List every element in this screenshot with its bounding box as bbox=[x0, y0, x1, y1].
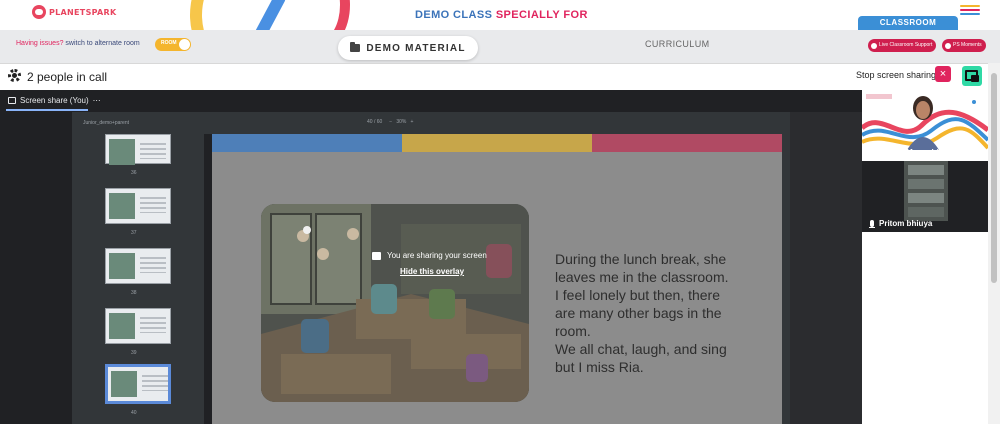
stop-sharing-button[interactable]: × bbox=[935, 66, 951, 82]
plus-icon bbox=[871, 42, 877, 49]
story-line: but I miss Ria. bbox=[555, 359, 644, 375]
screen-share-label: Screen share (You) bbox=[20, 96, 89, 105]
stop-sharing-label: Stop screen sharing bbox=[856, 70, 937, 80]
pdf-page-number: 36 bbox=[131, 170, 137, 176]
pdf-thumbnail bbox=[105, 134, 171, 165]
class-toolbar bbox=[0, 30, 1000, 63]
more-options-icon[interactable]: ⋯ bbox=[93, 96, 101, 105]
pdf-doc-name: Junior_demo+parent bbox=[83, 120, 130, 126]
alternate-room-link[interactable]: switch to alternate room bbox=[65, 40, 139, 47]
pdf-thumbnail bbox=[105, 188, 171, 224]
pdf-thumbnail-active bbox=[105, 364, 171, 404]
mic-icon bbox=[869, 220, 875, 228]
logo-text: PLANETSPARK bbox=[49, 7, 117, 17]
classroom-tab[interactable]: CLASSROOM bbox=[858, 16, 958, 30]
pdf-page-number: 39 bbox=[131, 350, 137, 356]
room-toggle[interactable]: ROOM bbox=[155, 38, 191, 51]
ps-moments-label: PS Moments bbox=[953, 42, 982, 48]
title-part-2: SPECIALLY FOR bbox=[495, 9, 588, 21]
issue-notice: Having issues? switch to alternate room bbox=[16, 40, 140, 47]
pdf-page-zoom: 40 / 60 − 30% + bbox=[367, 119, 414, 125]
participant-tile[interactable]: Kritika Mangal (You) bbox=[862, 90, 988, 161]
story-line: leaves me in the classroom. bbox=[555, 269, 729, 285]
folder-icon bbox=[350, 42, 361, 52]
issue-prefix: Having issues? bbox=[16, 40, 64, 47]
room-toggle-label: ROOM bbox=[161, 40, 177, 46]
monitor-icon bbox=[372, 251, 381, 260]
menu-icon[interactable] bbox=[960, 5, 980, 17]
toggle-knob bbox=[179, 39, 190, 50]
pdf-side-area bbox=[790, 112, 862, 424]
meeting-header bbox=[0, 63, 1000, 90]
sharing-message: You are sharing your screen bbox=[387, 251, 487, 260]
pdf-thumbnail bbox=[105, 248, 171, 284]
pdf-page-info: 40 / 60 bbox=[367, 119, 383, 125]
screen-share-tab[interactable]: Screen share (You) ⋯ bbox=[8, 96, 101, 105]
ps-moments-button[interactable]: PS Moments bbox=[942, 39, 986, 52]
page-scrollbar[interactable] bbox=[988, 63, 1000, 424]
pdf-page-number: 38 bbox=[131, 290, 137, 296]
participant-label: Pritom bhiuya bbox=[869, 219, 933, 228]
present-screen-icon[interactable] bbox=[962, 66, 982, 86]
title-part-1: DEMO CLASS bbox=[415, 9, 493, 21]
story-line: are many other bags in the bbox=[555, 305, 722, 321]
pdf-thumbnail bbox=[105, 308, 171, 344]
pdf-scrollbar bbox=[782, 134, 790, 424]
hide-overlay-link[interactable]: Hide this overlay bbox=[400, 267, 464, 276]
pdf-page-number: 40 bbox=[131, 410, 137, 416]
pdf-toolbar bbox=[72, 112, 790, 134]
participant-tile[interactable]: Pritom bhiuya bbox=[862, 161, 988, 232]
sharing-overlay: You are sharing your screen bbox=[372, 251, 487, 260]
participant-name: Pritom bhiuya bbox=[879, 219, 933, 228]
story-line: I feel lonely but then, there bbox=[555, 287, 720, 303]
pdf-zoom-level: 30% bbox=[396, 119, 407, 125]
story-text: During the lunch break, she leaves me in… bbox=[555, 250, 765, 376]
gear-icon[interactable] bbox=[8, 69, 21, 82]
participant-label: Kritika Mangal (You) bbox=[869, 148, 956, 157]
people-count: 2 people in call bbox=[27, 70, 108, 84]
curriculum-tab[interactable]: CURRICULUM bbox=[645, 39, 710, 49]
story-line: During the lunch break, she bbox=[555, 251, 727, 267]
live-support-button[interactable]: Live Classroom Support bbox=[868, 39, 937, 52]
demo-material-button[interactable]: DEMO MATERIAL bbox=[338, 36, 478, 60]
participant-name: Kritika Mangal (You) bbox=[879, 148, 956, 157]
mic-icon bbox=[869, 149, 875, 157]
scrollbar-thumb[interactable] bbox=[991, 73, 997, 283]
story-illustration bbox=[261, 204, 529, 402]
live-support-label: Live Classroom Support bbox=[879, 42, 933, 48]
demo-material-label: DEMO MATERIAL bbox=[366, 42, 466, 54]
story-line: room. bbox=[555, 323, 591, 339]
screen-icon bbox=[8, 97, 16, 104]
active-tab-indicator bbox=[6, 109, 88, 111]
side-panel-empty bbox=[862, 232, 988, 424]
pdf-page-number: 37 bbox=[131, 230, 137, 236]
page-title: DEMO CLASS SPECIALLY FOR bbox=[415, 9, 588, 21]
story-line: We all chat, laugh, and sing bbox=[555, 341, 727, 357]
logo-mark-icon bbox=[32, 5, 46, 19]
planetspark-logo[interactable]: PLANETSPARK bbox=[32, 5, 117, 19]
plus-icon bbox=[945, 42, 951, 49]
